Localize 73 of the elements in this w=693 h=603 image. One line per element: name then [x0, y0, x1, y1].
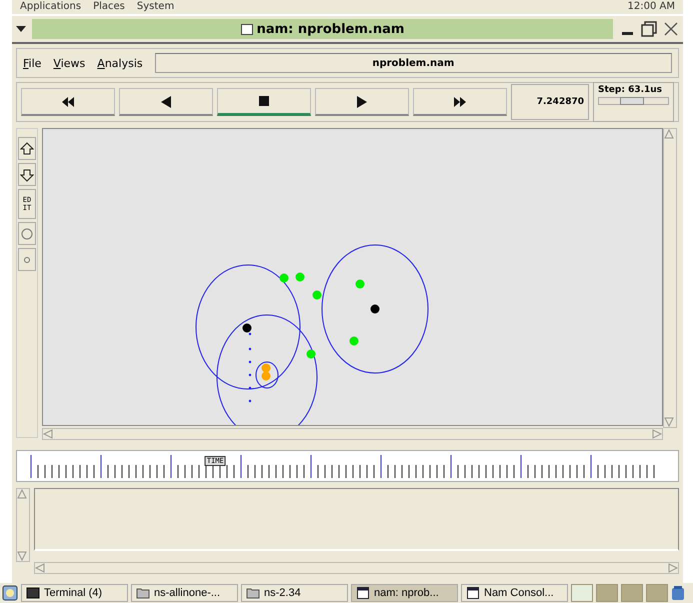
workspace-button[interactable]: [621, 584, 643, 602]
time-reading: 7.242870: [511, 84, 589, 120]
window-icon: [356, 586, 370, 600]
scroll-up-icon[interactable]: [664, 129, 674, 139]
menu-item[interactable]: Analysis: [97, 56, 143, 70]
folder-icon: [246, 586, 260, 600]
scroll-down-icon[interactable]: [664, 417, 674, 427]
scroll-up-icon[interactable]: [17, 489, 27, 499]
taskbar-button[interactable]: nam: nprob...: [351, 584, 458, 602]
window-icon: [240, 24, 253, 34]
down-arrow-icon: [20, 168, 34, 182]
vertical-scrollbar[interactable]: [16, 488, 30, 562]
scroll-left-icon[interactable]: [43, 429, 53, 439]
folder-icon: [136, 586, 150, 600]
close-button[interactable]: [663, 20, 679, 38]
vertical-scrollbar[interactable]: [663, 128, 677, 428]
node[interactable]: [306, 350, 316, 358]
step-slider-thumb[interactable]: [620, 97, 644, 105]
node[interactable]: [262, 372, 270, 380]
window-title: nam: nproblem.nam: [256, 22, 404, 36]
horizontal-scrollbar[interactable]: [42, 428, 663, 440]
terminal-icon: [26, 586, 40, 600]
rewind-icon: [61, 96, 75, 108]
up-arrow-icon: [20, 142, 34, 156]
scroll-right-icon[interactable]: [652, 429, 662, 439]
packet-trail-drawing: [248, 332, 252, 402]
stop-icon: [257, 95, 271, 107]
stop-button[interactable]: [217, 88, 311, 116]
menu-item[interactable]: File: [23, 56, 42, 70]
node[interactable]: [356, 280, 364, 288]
dropdown-icon[interactable]: [16, 25, 26, 33]
node[interactable]: [242, 324, 252, 332]
annotation-area[interactable]: [34, 488, 679, 551]
file-name-field: nproblem.nam: [154, 53, 672, 73]
taskbar-button[interactable]: ns-allinone-...: [131, 584, 238, 602]
circle-tool-button[interactable]: [18, 222, 36, 245]
zoom-out-button[interactable]: [18, 163, 36, 186]
forward-icon: [453, 96, 467, 108]
play-icon: [355, 96, 369, 108]
fast-forward-button[interactable]: [413, 88, 507, 116]
workspace-button[interactable]: [596, 584, 618, 602]
zoom-in-button[interactable]: [18, 137, 36, 160]
taskbar-button[interactable]: Nam Consol...: [461, 584, 568, 602]
panel-menu[interactable]: Applications: [20, 1, 82, 13]
node[interactable]: [312, 290, 322, 300]
play-button[interactable]: [315, 88, 409, 116]
step-label: Step: 63.1us: [598, 85, 664, 95]
taskbar-button[interactable]: Terminal (4): [21, 584, 128, 602]
workspace-button[interactable]: [571, 584, 593, 602]
show-desktop-icon[interactable]: [2, 585, 18, 601]
panel-menu[interactable]: System: [136, 1, 174, 13]
step-slider-track[interactable]: [598, 97, 669, 105]
point-tool-button[interactable]: [18, 248, 36, 271]
scroll-left-icon[interactable]: [35, 563, 45, 573]
rewind-button[interactable]: [21, 88, 115, 116]
node[interactable]: [370, 304, 380, 314]
menu-item[interactable]: Views: [53, 56, 86, 70]
back-icon: [159, 96, 173, 108]
node[interactable]: [280, 274, 288, 282]
minimize-icon: [622, 32, 632, 35]
taskbar-button[interactable]: ns-2.34: [241, 584, 348, 602]
node[interactable]: [350, 336, 358, 346]
scroll-down-icon[interactable]: [17, 551, 27, 561]
node[interactable]: [262, 364, 270, 372]
node[interactable]: [296, 272, 304, 282]
window-icon: [466, 586, 480, 600]
play-backward-button[interactable]: [119, 88, 213, 116]
horizontal-scrollbar[interactable]: [34, 562, 679, 574]
maximize-button[interactable]: [641, 20, 657, 38]
clock: 12:00 AM: [628, 1, 675, 13]
panel-menu[interactable]: Places: [93, 1, 125, 13]
scroll-right-icon[interactable]: [668, 563, 678, 573]
circle-icon: [20, 226, 34, 240]
